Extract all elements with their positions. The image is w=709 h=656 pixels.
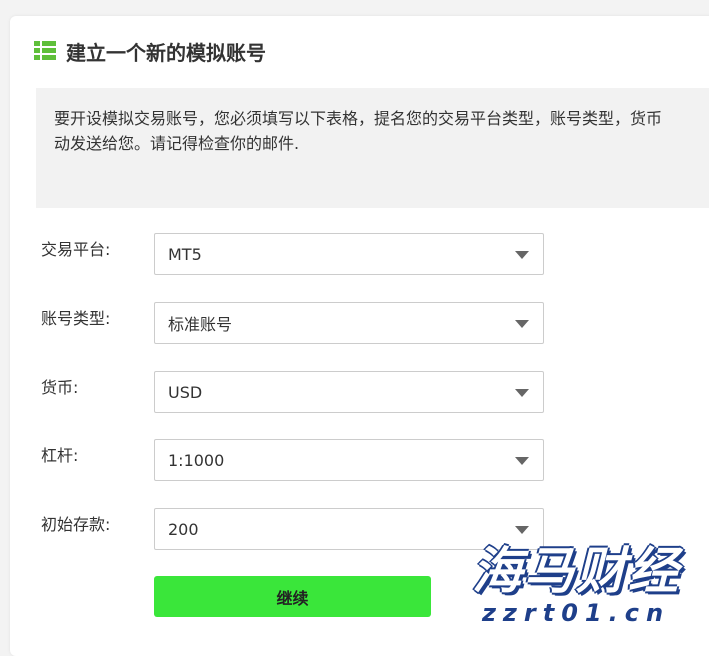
create-demo-account-card: 建立一个新的模拟账号 要开设模拟交易账号，您必须填写以下表格，提名您的交易平台类… [10, 16, 709, 656]
card-header: 建立一个新的模拟账号 [34, 36, 266, 66]
caret-down-icon [515, 457, 529, 465]
platform-label: 交易平台: [41, 236, 110, 260]
leverage-select[interactable]: 1:1000 [154, 439, 544, 481]
list-icon [34, 41, 56, 61]
currency-value: USD [168, 383, 202, 402]
notice-line-2: 动发送给您。请记得检查你的邮件. [54, 131, 709, 156]
caret-down-icon [515, 526, 529, 534]
platform-select[interactable]: MT5 [154, 233, 544, 275]
currency-select[interactable]: USD [154, 371, 544, 413]
page-title: 建立一个新的模拟账号 [66, 37, 266, 66]
deposit-value: 200 [168, 520, 199, 539]
platform-value: MT5 [168, 245, 202, 264]
notice-line-1: 要开设模拟交易账号，您必须填写以下表格，提名您的交易平台类型，账号类型，货币 [54, 106, 709, 131]
account-type-select[interactable]: 标准账号 [154, 302, 544, 344]
leverage-value: 1:1000 [168, 451, 224, 470]
leverage-label: 杠杆: [41, 442, 78, 466]
deposit-select[interactable]: 200 [154, 508, 544, 550]
account-type-value: 标准账号 [168, 311, 232, 335]
caret-down-icon [515, 320, 529, 328]
instructions-notice: 要开设模拟交易账号，您必须填写以下表格，提名您的交易平台类型，账号类型，货币 动… [36, 88, 709, 208]
currency-label: 货币: [41, 374, 78, 398]
deposit-label: 初始存款: [41, 511, 110, 535]
caret-down-icon [515, 389, 529, 397]
account-type-label: 账号类型: [41, 305, 110, 329]
continue-button[interactable]: 继续 [154, 576, 431, 617]
caret-down-icon [515, 251, 529, 259]
